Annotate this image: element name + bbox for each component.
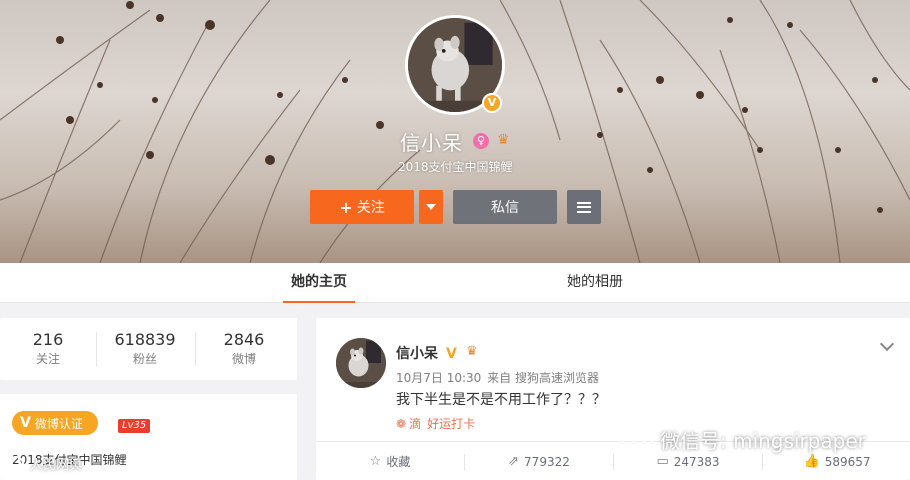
profile-cover: V 信小呆 ♀ ♛ 2018支付宝中国锦鲤 + 关注 私信 bbox=[0, 0, 910, 263]
profile-name: 信小呆 bbox=[400, 131, 463, 155]
tag-prefix: 滴 bbox=[409, 417, 422, 431]
stat-value: 618839 bbox=[114, 330, 176, 349]
menu-icon bbox=[577, 201, 591, 213]
checkin-icon: ❁ bbox=[396, 416, 407, 431]
like-icon: 👍 bbox=[803, 454, 820, 469]
avatar-image bbox=[336, 338, 386, 388]
stat-followers[interactable]: 618839 粉丝 bbox=[97, 330, 193, 368]
wechat-watermark: 微信号: mingsirpaper bbox=[622, 425, 866, 454]
more-menu-button[interactable] bbox=[567, 190, 601, 224]
stat-value: 216 bbox=[32, 330, 64, 349]
follow-dropdown-button[interactable] bbox=[419, 190, 443, 224]
follow-label: 关注 bbox=[356, 200, 385, 216]
comment-icon: ▭ bbox=[656, 454, 669, 469]
star-icon: ☆ bbox=[369, 454, 382, 469]
profile-tabs: 她的主页 她的相册 bbox=[0, 263, 910, 303]
repost-icon: ⇗ bbox=[508, 454, 520, 469]
people-watermark-text: 人民网舆 bbox=[30, 458, 83, 473]
feed-post-card: 信小呆 V ♛ 10月7日 10:30 来自 搜狗高速浏览器 我下半生是不是不用… bbox=[316, 318, 910, 480]
tab-album[interactable]: 她的相册 bbox=[560, 263, 630, 303]
repost-count: 779322 bbox=[524, 454, 570, 469]
verified-icon: V bbox=[446, 346, 457, 362]
stat-value: 2846 bbox=[223, 330, 265, 349]
people-watermark: 人民网舆 bbox=[8, 454, 82, 473]
plus-icon: + bbox=[339, 197, 353, 217]
verified-badge: V bbox=[482, 93, 502, 113]
comment-count: 247383 bbox=[673, 454, 720, 469]
stat-posts[interactable]: 2846 微博 bbox=[196, 330, 292, 368]
tag-label: 好运打卡 bbox=[427, 417, 476, 431]
crown-icon: ♛ bbox=[466, 344, 478, 359]
post-source[interactable]: 搜狗高速浏览器 bbox=[515, 371, 599, 385]
stat-label: 关注 bbox=[35, 352, 60, 366]
watermark-logo-icon bbox=[8, 455, 24, 472]
post-time[interactable]: 10月7日 10:30 bbox=[396, 371, 481, 385]
wechat-watermark-text: 微信号: mingsirpaper bbox=[660, 429, 866, 453]
message-label: 私信 bbox=[491, 200, 519, 216]
post-text: 我下半生是不是不用工作了？？？ bbox=[396, 392, 606, 408]
post-author-name[interactable]: 信小呆 bbox=[396, 343, 438, 363]
repost-button[interactable]: ⇗ 779322 bbox=[465, 442, 613, 480]
stat-following[interactable]: 216 关注 bbox=[0, 330, 96, 368]
follow-button[interactable]: + 关注 bbox=[310, 190, 414, 224]
favorite-button[interactable]: ☆ 收藏 bbox=[316, 442, 464, 480]
chevron-down-icon bbox=[426, 204, 436, 210]
post-tag[interactable]: ❁ 滴 好运打卡 bbox=[396, 415, 475, 432]
message-button[interactable]: 私信 bbox=[453, 190, 557, 224]
chevron-down-icon[interactable] bbox=[880, 338, 894, 352]
post-author-avatar[interactable] bbox=[336, 338, 386, 388]
stat-label: 粉丝 bbox=[132, 352, 157, 366]
weibo-verified-badge[interactable]: V 微博认证 bbox=[12, 411, 98, 435]
stat-label: 微博 bbox=[231, 352, 256, 366]
tab-home[interactable]: 她的主页 bbox=[283, 263, 355, 303]
post-source-prefix: 来自 bbox=[487, 371, 512, 385]
crown-icon: ♛ bbox=[497, 132, 510, 148]
like-count: 589657 bbox=[824, 454, 871, 469]
wechat-icon bbox=[622, 428, 653, 452]
post-meta: 10月7日 10:30 来自 搜狗高速浏览器 bbox=[396, 369, 599, 386]
stats-panel: 216 关注 618839 粉丝 2846 微博 bbox=[0, 318, 297, 380]
verified-icon: V bbox=[20, 415, 31, 431]
profile-description: 2018支付宝中国锦鲤 bbox=[398, 160, 513, 174]
level-badge[interactable]: Lv35 bbox=[118, 419, 151, 433]
female-icon: ♀ bbox=[473, 133, 489, 149]
verify-label: 微博认证 bbox=[34, 416, 83, 431]
favorite-label: 收藏 bbox=[386, 455, 411, 469]
